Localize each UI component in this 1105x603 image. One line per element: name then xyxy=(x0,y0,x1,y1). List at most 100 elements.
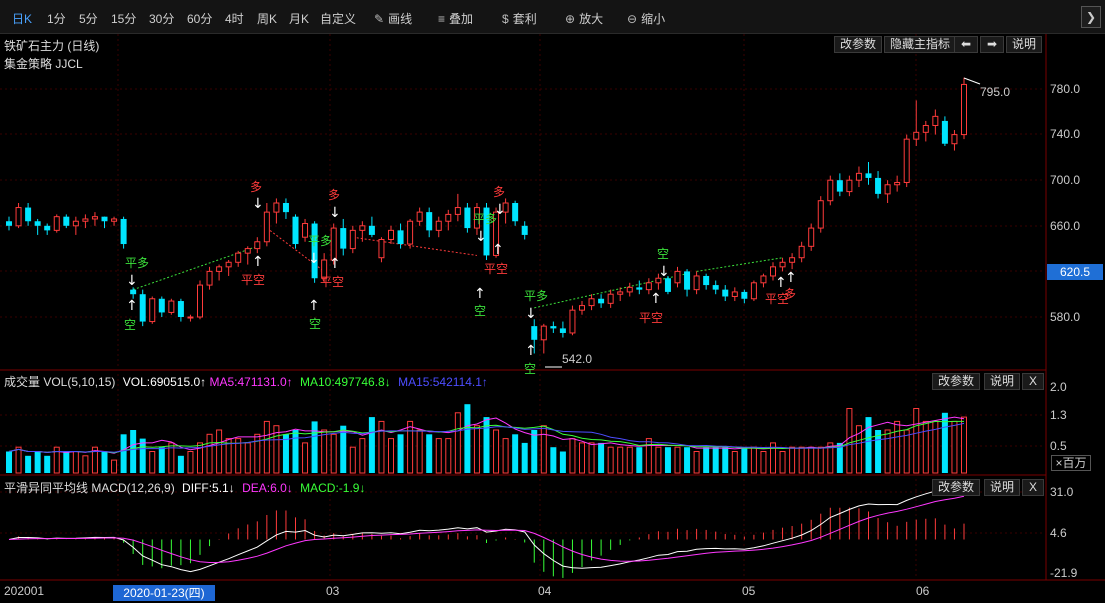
volume-bar xyxy=(521,442,528,473)
macd-diff: DIFF:5.1↓ xyxy=(182,481,235,495)
signal-duo: 多 xyxy=(493,185,505,199)
candle-body xyxy=(922,124,929,133)
candle-body xyxy=(531,326,538,340)
volume-bar xyxy=(302,442,309,474)
volume-bar xyxy=(15,446,22,474)
candle-body xyxy=(913,131,920,140)
candle-body xyxy=(53,216,60,231)
signal-ping-kong: 平空 xyxy=(484,262,508,276)
candle-body xyxy=(550,326,557,329)
volume-value: VOL:690515.0↑ xyxy=(122,375,207,389)
volume-bar xyxy=(884,429,891,474)
volume-bar xyxy=(894,420,901,474)
signal-arrow-down: ↓ xyxy=(525,306,537,322)
volume-close-button[interactable]: X xyxy=(1022,373,1044,390)
candle-body xyxy=(101,216,108,222)
candle-body xyxy=(636,287,643,290)
candle-body xyxy=(941,120,948,144)
candle-body xyxy=(6,221,12,226)
xaxis-label-202001: 202001 xyxy=(4,584,44,598)
candle-body xyxy=(731,291,738,297)
chart-area[interactable]: 平多↓↑空多↓↑平空平多↓↑空多↓↑平空平多↓↑空多↓↑平空平多↓↑空空↓↑平空… xyxy=(0,0,1105,603)
candle-body xyxy=(445,213,452,222)
volume-ma10: MA10:497746.8↓ xyxy=(300,375,391,389)
volume-bar xyxy=(244,442,251,474)
candle-body xyxy=(216,266,223,272)
candle-body xyxy=(598,298,605,304)
macd-close-button[interactable]: X xyxy=(1022,479,1044,496)
volume-bar xyxy=(282,434,289,473)
candle-body xyxy=(168,300,175,313)
volume-bar xyxy=(34,451,41,473)
volume-bar xyxy=(368,417,375,473)
volume-bar xyxy=(120,434,127,473)
volume-bar xyxy=(512,434,519,473)
candle-body xyxy=(540,325,547,341)
signal-arrow-up: ↑ xyxy=(492,242,504,258)
strategy-label: 集金策略 JJCL xyxy=(4,57,83,71)
signal-arrow-down: ↓ xyxy=(494,202,506,218)
signal-arrow-down: ↓ xyxy=(308,251,320,267)
candle-body xyxy=(197,284,203,318)
signal-kong: 空 xyxy=(474,304,486,318)
xaxis-label-05: 05 xyxy=(742,584,756,598)
macd-help-button[interactable]: 说明 xyxy=(984,479,1021,496)
next-indicator-button[interactable]: ➡ xyxy=(980,36,1004,53)
volume-bar xyxy=(407,420,414,474)
volume-bar xyxy=(330,433,337,474)
macd-params-button[interactable]: 改参数 xyxy=(932,479,981,496)
macd-value: MACD:-1.9↓ xyxy=(300,481,366,495)
candle-body xyxy=(139,294,146,322)
candle-body xyxy=(855,172,862,181)
candle-body xyxy=(846,179,853,193)
candle-body xyxy=(435,220,442,231)
volume-bar xyxy=(779,451,786,474)
candle-body xyxy=(292,216,299,245)
volume-bar xyxy=(216,429,223,474)
price-axis-label: 740.0 xyxy=(1050,127,1080,141)
volume-bar xyxy=(311,421,318,473)
candle-body xyxy=(244,248,251,254)
signal-kong: 空 xyxy=(657,247,669,261)
candle-body xyxy=(693,275,700,291)
candle-body xyxy=(368,225,375,235)
cursor-date-tag: 2020-01-23(四) xyxy=(113,585,215,601)
volume-bar xyxy=(741,447,748,473)
candle-body xyxy=(282,203,289,213)
volume-bar xyxy=(626,446,633,474)
candle-body xyxy=(779,261,786,268)
candle-body xyxy=(91,216,98,220)
volume-bar xyxy=(913,408,920,474)
candle-body xyxy=(932,115,939,126)
candle-body xyxy=(569,309,576,334)
candle-body xyxy=(512,203,519,222)
hide-indicator-button[interactable]: 隐藏主指标 xyxy=(884,36,957,53)
price-axis-label: 660.0 xyxy=(1050,219,1080,233)
volume-help-button[interactable]: 说明 xyxy=(984,373,1021,390)
volume-params-button[interactable]: 改参数 xyxy=(932,373,981,390)
volume-bar xyxy=(206,433,213,474)
candle-body xyxy=(130,289,137,295)
signal-duo: 多 xyxy=(328,188,340,202)
main-help-button[interactable]: 说明 xyxy=(1006,36,1043,53)
candle-body xyxy=(645,282,652,291)
signal-arrow-down: ↓ xyxy=(658,264,670,280)
price-axis-label: 780.0 xyxy=(1050,82,1080,96)
candle-body xyxy=(302,223,309,238)
volume-bar xyxy=(808,446,815,474)
candle-body xyxy=(626,286,633,293)
volume-bar xyxy=(263,420,270,474)
main-params-button[interactable]: 改参数 xyxy=(834,36,883,53)
volume-bar xyxy=(445,438,452,474)
candle-body xyxy=(158,298,165,313)
candle-body xyxy=(607,293,614,304)
candle-body xyxy=(378,238,385,259)
volume-unit-label: ×百万 xyxy=(1051,455,1091,471)
signal-arrow-up: ↑ xyxy=(525,343,537,359)
candle-body xyxy=(579,305,585,311)
prev-indicator-button[interactable]: ⬅ xyxy=(954,36,978,53)
candle-body xyxy=(426,212,433,231)
volume-bar xyxy=(588,442,595,474)
candle-body xyxy=(521,225,528,235)
candle-body xyxy=(712,285,719,290)
